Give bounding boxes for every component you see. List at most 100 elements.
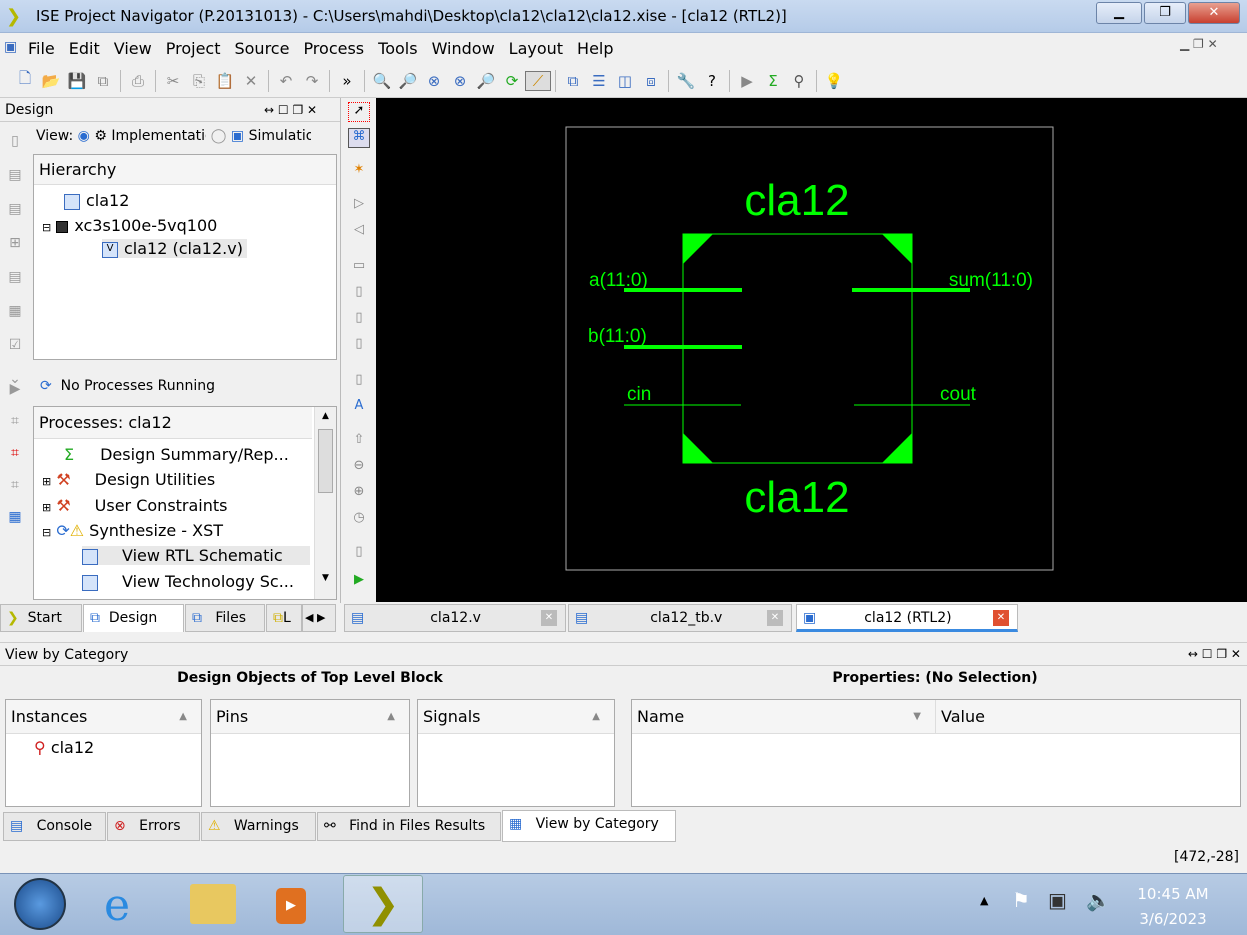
process-design-utilities[interactable]: ⊞ ⚒ Design Utilities [42,470,215,489]
tile-horizontal-icon[interactable]: ☰ [586,72,612,90]
pan-icon[interactable]: ⟋ [525,70,551,91]
tab-libraries[interactable]: ⧉L [266,604,302,632]
schematic-view-icon[interactable]: ⌘ [348,128,370,148]
action-center-icon[interactable]: ⚑ [1012,888,1030,912]
tab-scroll-buttons[interactable]: ◀ ▶ [302,604,336,632]
tab-errors[interactable]: ⊗ Errors [107,812,200,841]
run-icon[interactable]: ▶ [348,572,370,592]
sigma-icon[interactable]: Σ [760,72,786,90]
collapse-icon[interactable]: ⊟ [42,221,51,234]
ise-taskbar-button[interactable]: ❯ [343,875,423,933]
doc-tab-cla12-rtl2[interactable]: ▣ cla12 (RTL2) ✕ [796,604,1018,632]
radio-implementation[interactable]: ◉ [78,128,90,144]
process-design-summary[interactable]: Σ Design Summary/Rep... [64,445,289,464]
wrench-icon[interactable]: 🔧 [673,72,699,90]
collapse-icon[interactable]: ◁ [348,222,370,242]
whats-this-icon[interactable]: ? [699,72,725,90]
name-column-header[interactable]: Name ▼ [632,700,936,733]
tile-vertical-icon[interactable]: ◫ [612,72,638,90]
menu-window[interactable]: Window [432,39,495,58]
panel-controls[interactable]: ↔ ☐ ❐ ✕ [264,98,317,122]
process-view-rtl-schematic[interactable]: View RTL Schematic [82,546,310,565]
close-tab-icon[interactable]: ✕ [541,610,557,626]
history-icon[interactable]: ◷ [348,510,370,530]
instances-header[interactable]: Instances ▲ [6,700,201,734]
maximize-button[interactable]: ❐ [1144,2,1186,24]
tab-view-by-category[interactable]: ▦ View by Category [502,810,676,842]
zoom-full-icon[interactable]: ⊗ [421,72,447,90]
split-icon[interactable]: ▯ [348,544,370,564]
menu-source[interactable]: Source [234,39,289,58]
forward-icon[interactable]: ⊕ [348,484,370,504]
paste-icon[interactable]: 📋 [212,72,238,90]
implementation-label[interactable]: Implementation [111,128,206,144]
doc-tab-cla12-tb-v[interactable]: ▤ cla12_tb.v ✕ [568,604,792,632]
tab-files[interactable]: ⧉ Files [185,604,265,632]
signals-header[interactable]: Signals ▲ [418,700,614,734]
network-icon[interactable]: ▣ [1048,888,1067,912]
tab-design[interactable]: ⧉ Design [83,604,184,632]
process-user-constraints[interactable]: ⊞ ⚒ User Constraints [42,496,228,515]
tab-start[interactable]: ❯ Start [0,604,82,632]
panel-controls[interactable]: ↔ ☐ ❐ ✕ [1188,642,1241,666]
cut-icon[interactable]: ✂ [160,72,186,90]
value-column-header[interactable]: Value [936,700,985,733]
menu-file[interactable]: File [28,39,55,58]
delete-icon[interactable]: ✕ [238,72,264,90]
pop-icon[interactable]: ▯ [348,336,370,356]
menu-process[interactable]: Process [303,39,364,58]
show-hidden-icons[interactable]: ▲ [980,894,988,907]
telescope-icon[interactable]: ⚲ [786,72,812,90]
instances-list[interactable]: Instances ▲ ⚲ cla12 [5,699,202,807]
text-icon[interactable]: A [348,398,370,418]
back-icon[interactable]: ⊖ [348,458,370,478]
close-tab-icon[interactable]: ✕ [767,610,783,626]
zoom-selection-icon[interactable]: ⊗ [447,72,473,90]
new-icon[interactable]: 🗋 [12,68,38,93]
mdi-controls[interactable]: ▁ ❐ ✕ [1180,37,1218,51]
process-synthesize[interactable]: ⊟ ⟳⚠ Synthesize - XST [42,521,223,540]
menu-project[interactable]: Project [166,39,221,58]
radio-simulation[interactable]: ◯ [211,128,227,144]
menu-edit[interactable]: Edit [69,39,100,58]
select-icon[interactable]: ➚ [348,102,370,122]
tree-item-device[interactable]: ⊟ xc3s100e-5vq100 [42,216,217,235]
minimize-button[interactable]: ▁ [1096,2,1142,24]
refresh-icon[interactable]: ⟳ [499,72,525,90]
simulation-label[interactable]: Simulation [249,128,311,144]
pins-header[interactable]: Pins ▲ [211,700,409,734]
processes-scrollbar[interactable]: ▲ ▼ [314,407,336,599]
up-icon[interactable]: ⇧ [348,432,370,452]
overflow-icon[interactable]: » [334,72,360,90]
process-view-technology-schematic[interactable]: View Technology Sc... [82,572,294,591]
tree-item-cla12[interactable]: cla12 [64,191,129,210]
copy-icon[interactable]: ⎘ [186,72,212,90]
hierarchy-icon[interactable]: ▭ [348,258,370,278]
pins-list[interactable]: Pins ▲ [210,699,410,807]
design-side-toolbar[interactable]: ▯ ▤ ▤ ⊞ ▤ ▦ ☑ ⌄ [0,124,30,387]
tab-console[interactable]: ▤ Console [3,812,106,841]
close-button[interactable]: ✕ [1188,2,1240,24]
tree-item-cla12-module[interactable]: Vcla12 (cla12.v) [102,239,247,258]
signals-list[interactable]: Signals ▲ [417,699,615,807]
instance-item[interactable]: ⚲ cla12 [34,738,94,757]
zoom-in-icon[interactable]: 🔍 [369,72,395,90]
menu-tools[interactable]: Tools [378,39,417,58]
cascade-icon[interactable]: ⧉ [560,72,586,90]
save-icon[interactable]: 💾 [64,72,90,90]
zoom-out-icon[interactable]: 🔎 [395,72,421,90]
open-icon[interactable]: 📂 [38,72,64,90]
undo-icon[interactable]: ↶ [273,72,299,90]
save-all-icon[interactable]: ⧉ [90,72,116,90]
clock[interactable]: 10:45 AM 3/6/2023 [1125,882,1221,932]
doc-tab-cla12-v[interactable]: ▤ cla12.v ✕ [344,604,566,632]
close-tab-icon[interactable]: ✕ [993,610,1009,626]
zoom-area-icon[interactable]: 🔎 [473,72,499,90]
media-player-icon[interactable]: ▶ [276,888,306,924]
redo-icon[interactable]: ↷ [299,72,325,90]
schematic-svg[interactable]: cla12 a(11:0) b(11:0) cin sum(11:0) cout… [376,98,1247,602]
explorer-icon[interactable] [190,884,236,924]
expand-icon[interactable]: ▷ [348,196,370,216]
properties-table[interactable]: Name ▼ Value [631,699,1241,807]
internet-explorer-icon[interactable]: e [104,880,130,931]
